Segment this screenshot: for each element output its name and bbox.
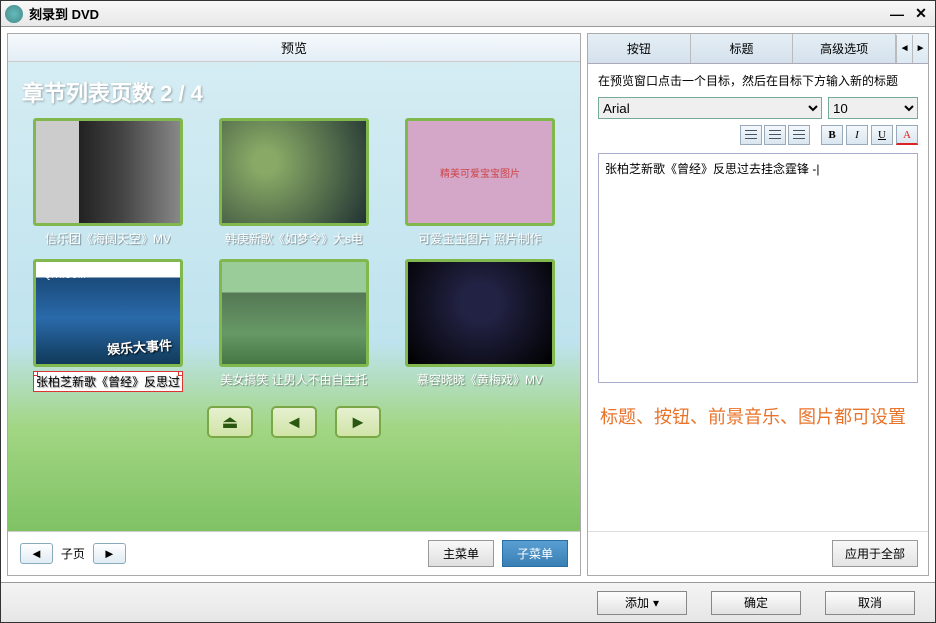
thumb-caption: 美女搞笑 让男人不由自主托 xyxy=(220,371,367,388)
close-button[interactable]: ✕ xyxy=(911,6,931,22)
cancel-button[interactable]: 取消 xyxy=(825,591,915,615)
app-icon xyxy=(5,5,23,23)
tab-scroll-left[interactable]: ◄ xyxy=(896,35,912,63)
align-left-button[interactable] xyxy=(740,125,762,145)
bottom-bar: 添加▾ 确定 取消 xyxy=(1,582,935,622)
font-color-button[interactable]: A xyxy=(896,125,918,145)
preview-footer: ◄ 子页 ► 主菜单 子菜单 xyxy=(8,531,580,575)
page-title: 章节列表页数 2 / 4 xyxy=(22,76,566,108)
thumb-image[interactable]: QIYI.COM 娱乐大事件 xyxy=(33,259,183,367)
properties-panel: 按钮 标题 高级选项 ◄ ► 在预览窗口点击一个目标，然后在目标下方输入新的标题… xyxy=(587,33,929,576)
thumb-image[interactable] xyxy=(33,118,183,226)
underline-button[interactable]: U xyxy=(871,125,893,145)
chapter-thumb[interactable]: 信乐团《海阔天空》MV xyxy=(22,118,194,247)
subpage-prev-button[interactable]: ◄ xyxy=(20,543,53,564)
font-family-select[interactable]: Arial xyxy=(598,97,822,119)
next-page-button[interactable]: ► xyxy=(335,406,381,438)
minimize-button[interactable]: — xyxy=(887,6,907,22)
main-menu-button[interactable]: 主菜单 xyxy=(428,540,494,567)
subpage-next-button[interactable]: ► xyxy=(93,543,126,564)
thumb-caption: 可爱宝宝图片 照片制作 xyxy=(418,230,541,247)
titlebar: 刻录到 DVD — ✕ xyxy=(1,1,935,27)
chapter-thumb[interactable]: 美女搞笑 让男人不由自主托 xyxy=(208,259,380,392)
font-size-select[interactable]: 10 xyxy=(828,97,918,119)
tab-button[interactable]: 按钮 xyxy=(588,34,691,63)
instruction-text: 在预览窗口点击一个目标，然后在目标下方输入新的标题 xyxy=(588,64,928,97)
thumb-caption: 慕容晓晓《黄梅戏》MV xyxy=(417,371,543,388)
add-button[interactable]: 添加▾ xyxy=(597,591,687,615)
chapter-thumb[interactable]: 韩庚新歌《如梦令》大s电 xyxy=(208,118,380,247)
prev-page-button[interactable]: ◄ xyxy=(271,406,317,438)
title-text-input[interactable]: 张柏芝新歌《曾经》反思过去挂念霆锋 -| xyxy=(598,153,918,383)
sub-menu-button[interactable]: 子菜单 xyxy=(502,540,568,567)
ok-button[interactable]: 确定 xyxy=(711,591,801,615)
hint-text: 标题、按钮、前景音乐、图片都可设置 xyxy=(588,383,928,449)
preview-header: 预览 xyxy=(8,34,580,62)
thumb-image[interactable] xyxy=(405,259,555,367)
tab-advanced[interactable]: 高级选项 xyxy=(793,34,896,63)
chapter-thumb[interactable]: 慕容晓晓《黄梅戏》MV xyxy=(394,259,566,392)
apply-all-button[interactable]: 应用于全部 xyxy=(832,540,918,567)
align-center-button[interactable] xyxy=(764,125,786,145)
chevron-down-icon: ▾ xyxy=(653,596,659,610)
subpage-label: 子页 xyxy=(61,545,85,562)
thumb-image[interactable] xyxy=(219,118,369,226)
window-title: 刻录到 DVD xyxy=(29,4,99,23)
chapter-thumb[interactable]: 精美可爱宝宝图片 可爱宝宝图片 照片制作 xyxy=(394,118,566,247)
thumb-image[interactable]: 精美可爱宝宝图片 xyxy=(405,118,555,226)
eject-button[interactable]: ⏏ xyxy=(207,406,253,438)
preview-panel: 预览 章节列表页数 2 / 4 信乐团《海阔天空》MV 韩庚新歌《如梦令》大s电… xyxy=(7,33,581,576)
tab-scroll-right[interactable]: ► xyxy=(912,35,928,63)
thumb-caption-editing[interactable]: 张柏芝新歌《曾经》反思过 xyxy=(33,371,183,392)
thumb-caption: 信乐团《海阔天空》MV xyxy=(45,230,171,247)
thumb-caption: 韩庚新歌《如梦令》大s电 xyxy=(225,230,363,247)
align-right-button[interactable] xyxy=(788,125,810,145)
preview-area[interactable]: 章节列表页数 2 / 4 信乐团《海阔天空》MV 韩庚新歌《如梦令》大s电 精美… xyxy=(8,62,580,531)
thumb-image[interactable] xyxy=(219,259,369,367)
tab-title[interactable]: 标题 xyxy=(691,34,794,63)
italic-button[interactable]: I xyxy=(846,125,868,145)
chapter-thumb[interactable]: QIYI.COM 娱乐大事件 张柏芝新歌《曾经》反思过 xyxy=(22,259,194,392)
bold-button[interactable]: B xyxy=(821,125,843,145)
